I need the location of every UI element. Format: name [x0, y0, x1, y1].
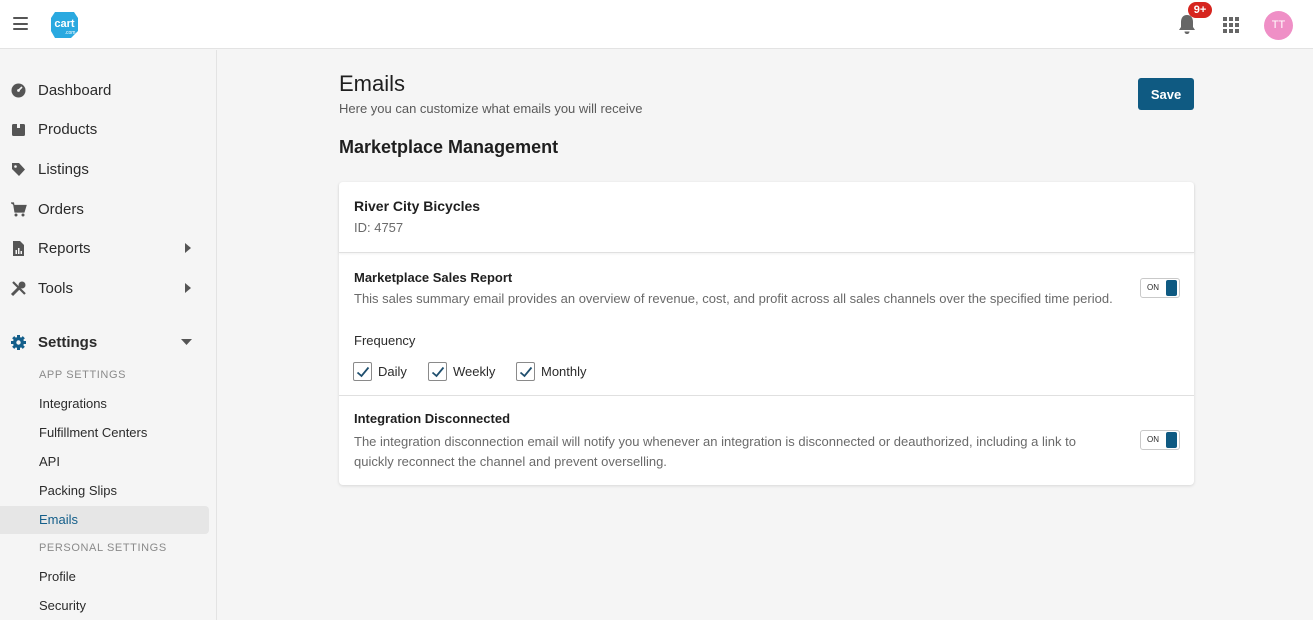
checkbox-label: Monthly	[541, 364, 587, 379]
checkbox-box	[428, 362, 447, 381]
disconnected-description-line1: The integration disconnection email will…	[354, 434, 1076, 449]
sidebar-item-label: Reports	[38, 239, 91, 257]
checkbox-label: Daily	[378, 364, 407, 379]
frequency-label: Frequency	[354, 333, 416, 348]
box-icon	[12, 123, 25, 136]
sidebar-item-tools[interactable]: Tools	[0, 271, 216, 305]
toggle-knob	[1166, 432, 1177, 448]
sidebar-item-label: Fulfillment Centers	[39, 425, 148, 440]
notification-badge: 9+	[1188, 2, 1212, 18]
sidebar-item-label: Integrations	[39, 396, 107, 411]
disconnected-title: Integration Disconnected	[354, 411, 511, 426]
sidebar-item-label: Dashboard	[38, 81, 112, 99]
sidebar-item-label: Emails	[39, 512, 79, 527]
gear-icon	[11, 334, 26, 350]
sidebar-item-label: Products	[38, 120, 98, 138]
sidebar-item-profile[interactable]: Profile	[0, 563, 209, 591]
sidebar-item-dashboard[interactable]: Dashboard	[0, 73, 216, 107]
sidebar-item-security[interactable]: Security	[0, 592, 209, 620]
caret-right-icon	[185, 243, 191, 253]
monthly-checkbox[interactable]: Monthly	[516, 362, 587, 381]
caret-down-icon	[181, 339, 192, 345]
caret-right-icon	[185, 283, 191, 293]
sidebar-item-label: Security	[39, 598, 86, 613]
personal-settings-header: PERSONAL SETTINGS	[39, 542, 167, 554]
sidebar-item-orders[interactable]: Orders	[0, 192, 216, 226]
row-divider	[339, 395, 1194, 396]
sidebar-item-packing-slips[interactable]: Packing Slips	[0, 477, 209, 505]
report-icon	[13, 240, 24, 256]
marketplace-name: River City Bicycles	[354, 198, 481, 214]
logo-subtext: .com	[65, 30, 76, 36]
save-button[interactable]: Save	[1138, 78, 1194, 110]
disconnected-toggle[interactable]: ON	[1140, 430, 1180, 450]
sales-report-description: This sales summary email provides an ove…	[354, 291, 1113, 306]
cart-icon	[11, 201, 27, 216]
checkbox-box	[516, 362, 535, 381]
section-title: Marketplace Management	[339, 137, 559, 157]
sidebar-item-label: Profile	[39, 569, 76, 584]
sidebar-item-products[interactable]: Products	[0, 112, 216, 146]
dashboard-icon	[11, 83, 26, 97]
daily-checkbox[interactable]: Daily	[353, 362, 407, 381]
sidebar-item-label: Settings	[38, 333, 98, 351]
sidebar-item-integrations[interactable]: Integrations	[0, 390, 209, 418]
sidebar-item-label: Listings	[38, 160, 89, 178]
sidebar-item-label: Tools	[38, 279, 74, 297]
sidebar-item-fulfillment-centers[interactable]: Fulfillment Centers	[0, 419, 209, 447]
marketplace-card: River City Bicycles ID: 4757 Marketplace…	[339, 182, 1194, 485]
menu-icon[interactable]	[13, 17, 28, 30]
weekly-checkbox[interactable]: Weekly	[428, 362, 495, 381]
sidebar-item-api[interactable]: API	[0, 448, 209, 476]
check-icon	[519, 366, 533, 378]
sales-report-toggle[interactable]: ON	[1140, 278, 1180, 298]
sales-report-title: Marketplace Sales Report	[354, 270, 513, 285]
check-icon	[431, 366, 445, 378]
sidebar-item-listings[interactable]: Listings	[0, 152, 216, 186]
apps-grid-icon[interactable]	[1223, 17, 1239, 33]
sidebar-item-settings[interactable]: Settings	[0, 325, 216, 359]
toggle-label: ON	[1147, 435, 1159, 444]
cart-logo[interactable]: cart .com	[49, 9, 80, 40]
page-title: Emails	[339, 71, 406, 96]
toggle-knob	[1166, 280, 1177, 296]
top-bar: cart .com 9+ TT	[0, 0, 1313, 49]
user-avatar[interactable]: TT	[1264, 11, 1293, 40]
app-settings-header: APP SETTINGS	[39, 369, 127, 381]
tools-icon	[10, 280, 26, 296]
sidebar-item-label: Orders	[38, 200, 84, 218]
sidebar-item-label: Packing Slips	[39, 483, 118, 498]
sidebar-item-emails[interactable]: Emails	[0, 506, 209, 534]
check-icon	[356, 366, 370, 378]
checkbox-box	[353, 362, 372, 381]
disconnected-description-line2: quickly reconnect the channel and preven…	[354, 454, 667, 469]
marketplace-id: ID: 4757	[354, 220, 404, 235]
card-header: River City Bicycles ID: 4757	[339, 182, 1194, 253]
logo-text: cart	[54, 18, 75, 30]
sidebar-item-label: API	[39, 454, 60, 469]
sidebar-item-reports[interactable]: Reports	[0, 231, 216, 265]
page-subtitle: Here you can customize what emails you w…	[339, 101, 643, 116]
checkbox-label: Weekly	[453, 364, 496, 379]
tag-icon	[12, 162, 25, 176]
sidebar: Dashboard Products Listings Orders Repor…	[0, 50, 217, 620]
toggle-label: ON	[1147, 283, 1159, 292]
